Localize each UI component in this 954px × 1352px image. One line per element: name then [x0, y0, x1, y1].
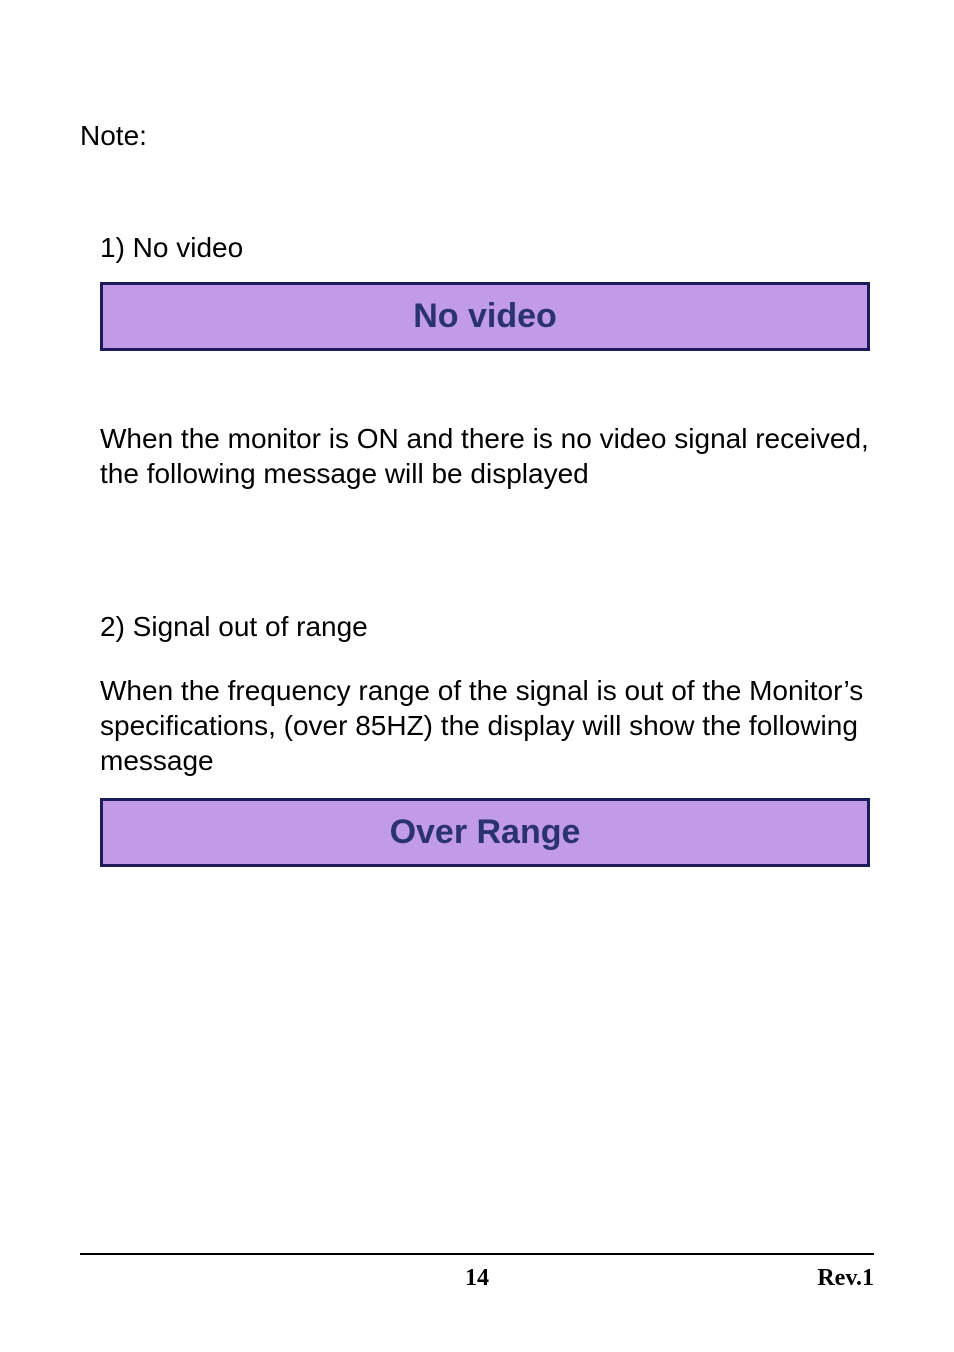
page-footer: 14 Rev.1: [80, 1253, 874, 1292]
page-number: 14: [80, 1265, 874, 1292]
section-2-heading: 2) Signal out of range: [100, 611, 864, 643]
no-video-message-text: No video: [413, 297, 557, 335]
section-2-paragraph: When the frequency range of the signal i…: [100, 673, 890, 778]
over-range-message-text: Over Range: [390, 813, 581, 851]
section-1-heading: 1) No video: [100, 232, 864, 264]
section-1-paragraph: When the monitor is ON and there is no v…: [100, 421, 890, 491]
over-range-message-box: Over Range: [100, 798, 870, 867]
document-page: Note: 1) No video No video When the moni…: [0, 0, 954, 1352]
no-video-message-box: No video: [100, 282, 870, 351]
note-label: Note:: [80, 120, 864, 152]
